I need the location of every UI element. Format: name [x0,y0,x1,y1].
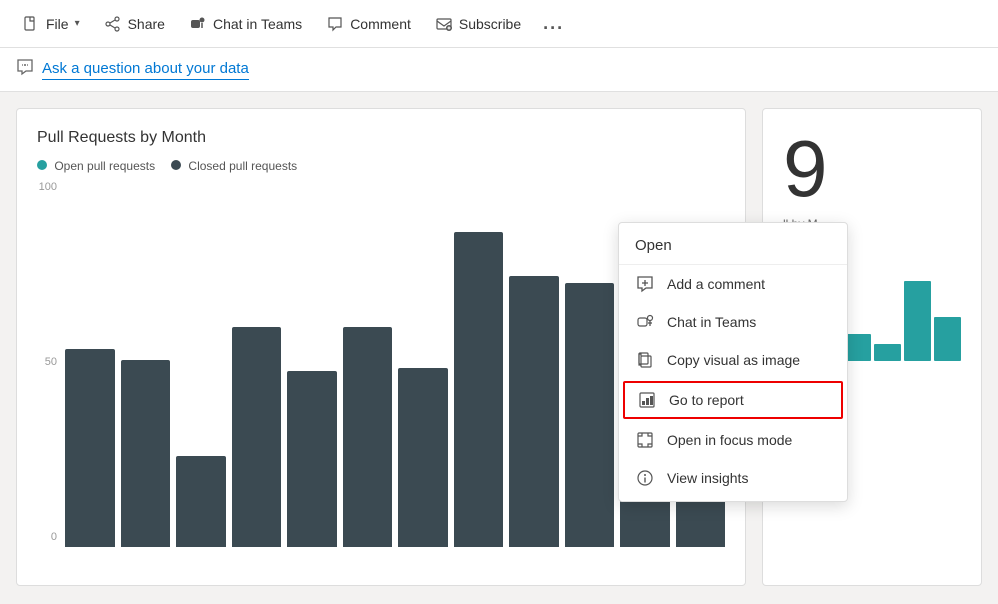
menu-chat-teams[interactable]: Chat in Teams [619,303,847,341]
chat-teams-button[interactable]: Chat in Teams [179,9,312,39]
teams-menu-icon [635,312,655,332]
mini-bar-5 [934,317,961,361]
qa-icon [16,58,34,81]
subscribe-label: Subscribe [459,16,521,32]
y-axis: 100 50 0 [37,181,65,547]
copy-icon [635,350,655,370]
share-label: Share [128,16,165,32]
legend-open: Open pull requests [37,159,155,173]
comment-label: Comment [350,16,411,32]
open-focus-label: Open in focus mode [667,432,792,448]
menu-add-comment[interactable]: Add a comment [619,265,847,303]
share-icon [104,15,122,33]
y-label-0: 0 [37,531,57,543]
add-comment-icon [635,274,655,294]
y-label-100: 100 [37,181,57,193]
bar-8 [509,276,559,547]
qa-bar: Ask a question about your data [0,48,998,92]
focus-icon [635,430,655,450]
menu-open-focus[interactable]: Open in focus mode [619,421,847,459]
legend-closed-label: Closed pull requests [188,159,297,173]
file-icon [22,15,40,33]
subscribe-icon [435,15,453,33]
context-menu: Open Add a comment Chat in Teams [618,222,848,502]
more-button[interactable]: ... [535,9,572,38]
bar-9 [565,283,615,547]
view-insights-label: View insights [667,470,748,486]
share-button[interactable]: Share [94,9,175,39]
open-dot [37,160,47,170]
bar-5 [343,327,393,547]
bar-1 [121,360,171,547]
copy-visual-label: Copy visual as image [667,352,800,368]
teams-icon [189,15,207,33]
subscribe-button[interactable]: Subscribe [425,9,531,39]
comment-icon [326,15,344,33]
go-to-report-label: Go to report [669,392,744,408]
mini-bar-4 [904,281,931,361]
bar-4 [287,371,337,547]
bar-2 [176,456,226,548]
insights-icon [635,468,655,488]
legend-open-label: Open pull requests [54,159,155,173]
add-comment-label: Add a comment [667,276,765,292]
chart-legend: Open pull requests Closed pull requests [37,159,725,173]
mini-bar-3 [874,344,901,361]
report-icon [637,390,657,410]
bar-7 [454,232,504,547]
closed-dot [171,160,181,170]
toolbar: File ▾ Share Chat in Teams [0,0,998,48]
file-chevron: ▾ [75,18,80,29]
legend-closed: Closed pull requests [171,159,297,173]
chart-title: Pull Requests by Month [37,129,725,147]
right-panel-number: 9 [783,129,961,209]
chat-teams-label: Chat in Teams [213,16,302,32]
menu-copy-visual[interactable]: Copy visual as image [619,341,847,379]
qa-text[interactable]: Ask a question about your data [42,60,249,80]
chat-teams-menu-label: Chat in Teams [667,314,756,330]
menu-go-to-report[interactable]: Go to report [623,381,843,419]
y-label-50: 50 [37,356,57,368]
menu-header: Open [619,227,847,265]
bar-3 [232,327,282,547]
bar-0 [65,349,115,547]
comment-button[interactable]: Comment [316,9,421,39]
file-menu[interactable]: File ▾ [12,9,90,39]
menu-view-insights[interactable]: View insights [619,459,847,497]
bar-6 [398,368,448,547]
file-label: File [46,16,69,32]
main-content: Pull Requests by Month Open pull request… [0,92,998,602]
